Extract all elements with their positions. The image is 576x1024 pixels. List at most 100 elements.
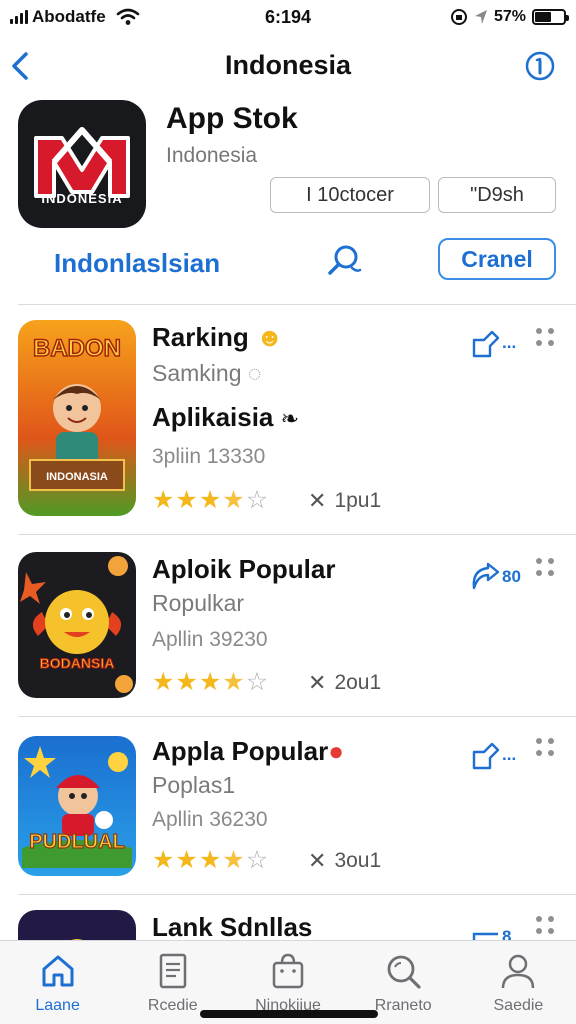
- download-count: ✕ 1pu1: [308, 488, 382, 513]
- star-icon: ★: [222, 486, 245, 514]
- game-art-icon: BODANSIA: [20, 556, 133, 693]
- tab-label: Rraneto: [374, 997, 432, 1014]
- page-title: Indonesia: [224, 50, 352, 80]
- share-label: ...: [502, 745, 517, 764]
- tab-label: Saedie: [493, 997, 544, 1014]
- share-icon: [472, 742, 500, 770]
- search-icon[interactable]: [324, 240, 364, 280]
- app-icon-brand: INDONESIA: [41, 191, 123, 206]
- status-left: Abodatfe: [10, 7, 140, 27]
- tab-profile[interactable]: Saedie: [461, 941, 576, 1024]
- status-right: 57%: [450, 8, 569, 26]
- status-bar: Abodatfe 6:194 57%: [0, 0, 576, 34]
- divider: [18, 304, 576, 305]
- app-header: INDONESIA App Stok Indonesia I 10ctocer …: [18, 100, 558, 300]
- thumb-title: BADON: [33, 335, 121, 362]
- app-thumbnail: [18, 910, 136, 940]
- close-x-icon: ✕: [308, 670, 327, 695]
- item-title: Lank Sdnllas: [152, 912, 313, 940]
- star-icon: ★: [222, 668, 245, 696]
- search-icon: [387, 955, 421, 989]
- star-rating: ★ ★ ★ ★ ☆: [152, 848, 268, 873]
- document-icon: [159, 953, 187, 989]
- share-button[interactable]: 80: [470, 560, 530, 594]
- orientation-lock-icon: [450, 9, 467, 25]
- list-item[interactable]: BODANSIA Aploik Popular Ropulkar Apllin …: [18, 552, 558, 702]
- person-icon: [502, 954, 535, 989]
- star-icon: ☆: [245, 486, 269, 514]
- grip-icon[interactable]: [536, 328, 558, 350]
- thumb-banner: BODANSIA: [40, 655, 115, 671]
- share-label: 80: [502, 567, 521, 586]
- star-icon: ★: [152, 486, 175, 514]
- game-art-icon: PUDLUAL: [22, 746, 132, 868]
- grip-icon[interactable]: [536, 558, 558, 580]
- nav-bar: Indonesia: [0, 40, 576, 92]
- home-indicator[interactable]: [200, 1010, 378, 1018]
- star-icon: ☆: [245, 668, 269, 696]
- cancel-button[interactable]: Cranel: [438, 238, 556, 280]
- star-icon: ★: [198, 486, 222, 514]
- wifi-icon: [116, 8, 139, 25]
- info-pill-release[interactable]: I 10ctocer: [270, 177, 430, 213]
- battery-fill: [535, 12, 551, 22]
- share-button[interactable]: 8: [470, 920, 530, 940]
- star-icon: ★: [222, 846, 245, 874]
- item-title: Aploik Popular: [152, 554, 336, 584]
- tab-label: Laane: [35, 997, 80, 1014]
- thumb-banner: INDONASIA: [46, 471, 108, 483]
- game-art-icon: [71, 939, 83, 940]
- star-icon: ★: [152, 846, 175, 874]
- item-extra-title: Aplikaisia ❧: [152, 402, 300, 432]
- share-button[interactable]: ...: [470, 738, 530, 772]
- share-icon: [472, 562, 500, 590]
- app-logo-icon: [34, 127, 130, 198]
- info-icon[interactable]: [524, 50, 556, 82]
- item-meta: 3pliin 13330: [152, 445, 266, 468]
- star-rating: ★ ★ ★ ★ ☆: [152, 670, 268, 695]
- star-icon: ☆: [245, 846, 269, 874]
- star-icon: ★: [152, 668, 175, 696]
- share-label: ...: [502, 333, 517, 352]
- item-subtitle: Samking ◌: [152, 360, 262, 386]
- list-item[interactable]: PUDLUAL Appla Popular● Poplas1 Apllin 36…: [18, 736, 558, 881]
- download-count: ✕ 2ou1: [308, 670, 382, 695]
- item-title: Rarking ☻: [152, 322, 284, 352]
- close-x-icon: ✕: [308, 488, 327, 513]
- divider: [18, 894, 576, 895]
- app-thumbnail: BADON INDONASIA: [18, 320, 136, 516]
- bag-icon: [272, 953, 304, 989]
- app-thumbnail: BODANSIA: [18, 552, 136, 698]
- info-pill-size[interactable]: "D9sh: [438, 177, 556, 213]
- download-count: ✕ 3ou1: [308, 848, 382, 873]
- language-link[interactable]: Indonlaslsian: [54, 248, 220, 279]
- app-thumbnail: PUDLUAL: [18, 736, 136, 876]
- battery-percent: 57%: [493, 8, 526, 25]
- location-icon: [474, 10, 487, 24]
- app-icon: INDONESIA: [18, 100, 146, 228]
- star-icon: ★: [198, 668, 222, 696]
- list-item[interactable]: BADON INDONASIA Rarking ☻ Samking ◌ Apli…: [18, 320, 558, 520]
- grip-icon[interactable]: [536, 916, 558, 938]
- item-meta: Apllin 39230: [152, 628, 268, 651]
- list-item[interactable]: Lank Sdnllas 8: [18, 910, 558, 940]
- share-icon: [472, 330, 500, 358]
- battery-icon: [532, 9, 569, 25]
- divider: [18, 534, 576, 535]
- carrier-label: Abodatfe: [32, 7, 106, 26]
- star-icon: ★: [175, 486, 198, 514]
- share-label: 8: [502, 927, 512, 940]
- star-icon: ★: [175, 846, 198, 874]
- signal-icon: [10, 10, 28, 24]
- star-rating: ★ ★ ★ ★ ☆: [152, 488, 268, 513]
- tab-label: Rcedie: [147, 997, 198, 1014]
- tab-home[interactable]: Laane: [0, 941, 115, 1024]
- share-button[interactable]: ...: [470, 326, 530, 360]
- game-art-icon: BADON INDONASIA: [28, 334, 126, 491]
- home-icon: [42, 955, 74, 987]
- grip-icon[interactable]: [536, 738, 558, 760]
- item-subtitle: Poplas1: [152, 772, 236, 798]
- item-meta: Apllin 36230: [152, 808, 268, 831]
- divider: [18, 716, 576, 717]
- app-subtitle: Indonesia: [166, 144, 258, 167]
